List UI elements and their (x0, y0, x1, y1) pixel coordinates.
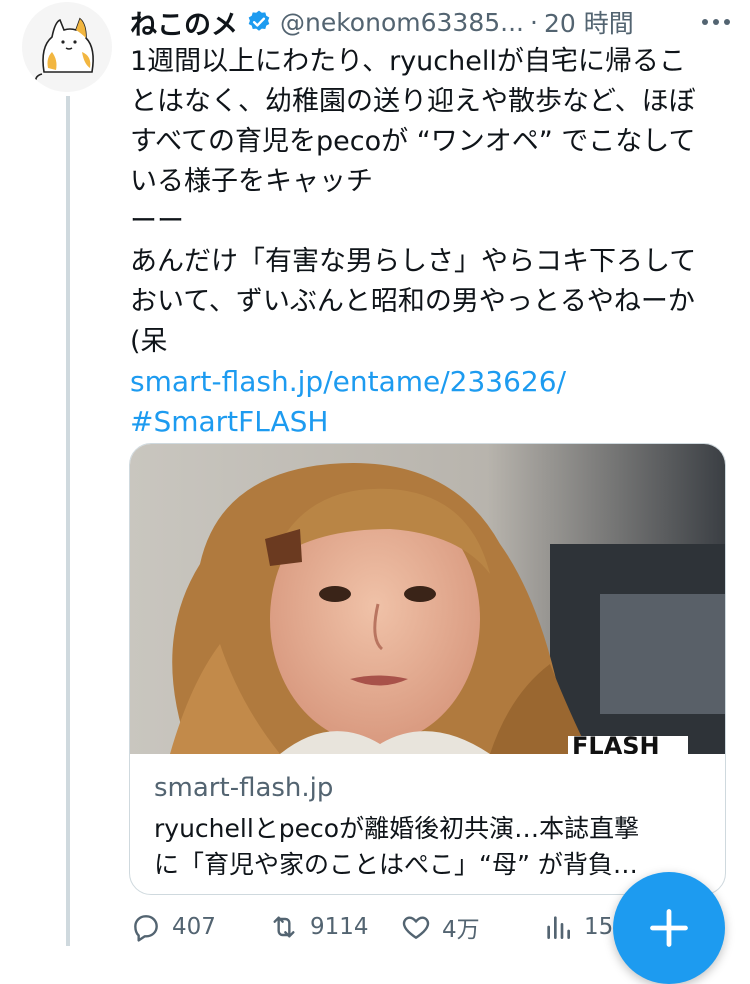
tweet-text-line: いる様子をキャッチ (130, 166, 373, 197)
heart-icon (402, 916, 430, 939)
tweet-header: ねこのメ @nekonom63385... · 20 時間 (130, 0, 740, 44)
tweet-text-line: ーー (130, 206, 184, 237)
retweet-button[interactable]: 9114 (268, 905, 369, 949)
views-bars-icon (547, 916, 570, 939)
cat-avatar-image (22, 2, 112, 92)
compose-button[interactable] (613, 872, 725, 984)
reply-button[interactable]: 407 (130, 905, 216, 949)
tweet-text: 1週間以上にわたり、ryuchellが自宅に帰るこ とはなく、幼稚園の送り迎えや… (130, 42, 730, 442)
like-count: 4万 (442, 917, 480, 943)
views-button[interactable]: 15 (542, 905, 613, 949)
article-link[interactable]: smart-flash.jp/entame/233626/ (130, 362, 730, 402)
verified-badge-icon (246, 9, 272, 35)
retweet-count: 9114 (310, 914, 369, 940)
timestamp[interactable]: 20 時間 (544, 4, 634, 40)
tweet-text-line: 1週間以上にわたり、ryuchellが自宅に帰るこ (130, 46, 686, 77)
more-dots-icon[interactable] (696, 4, 736, 40)
tweet-text-line: すべての育児をpecoが “ワンオペ” でこなして (130, 126, 696, 157)
plus-icon (650, 909, 688, 947)
reply-icon (134, 915, 158, 942)
card-title-line: に「育児や家のことはぺこ」“母” が背負… (154, 850, 638, 879)
link-preview-card[interactable]: FLASH smart-flash.jp ryuchellとpecoが離婚後初共… (129, 443, 726, 895)
retweet-icon (273, 916, 295, 938)
card-title: ryuchellとpecoが離婚後初共演…本誌直撃 に「育児や家のことはぺこ」“… (154, 811, 714, 883)
avatar[interactable] (22, 2, 112, 92)
tweet-text-line: おいて、ずいぶんと昭和の男やっとるやねーか (130, 286, 695, 317)
views-count: 15 (584, 914, 614, 940)
thread-line (66, 96, 70, 946)
tweet-text-line: あんだけ「有害な男らしさ」やらコキ下ろして (130, 246, 697, 277)
tweet-text-line: とはなく、幼稚園の送り迎えや散歩など、ほぼ (130, 86, 696, 117)
user-handle[interactable]: @nekonom63385... (280, 8, 524, 37)
separator-dot: · (529, 7, 538, 37)
card-domain: smart-flash.jp (154, 773, 334, 803)
like-button[interactable]: 4万 (400, 905, 480, 949)
card-title-line: ryuchellとpecoが離婚後初共演…本誌直撃 (154, 814, 640, 843)
tweet-text-line: (呆 (130, 326, 168, 357)
reply-count: 407 (172, 914, 216, 940)
hashtag-link[interactable]: #SmartFLASH (130, 402, 730, 442)
flash-watermark: FLASH (572, 732, 660, 754)
display-name[interactable]: ねこのメ (130, 3, 238, 42)
card-image: FLASH (130, 444, 725, 754)
